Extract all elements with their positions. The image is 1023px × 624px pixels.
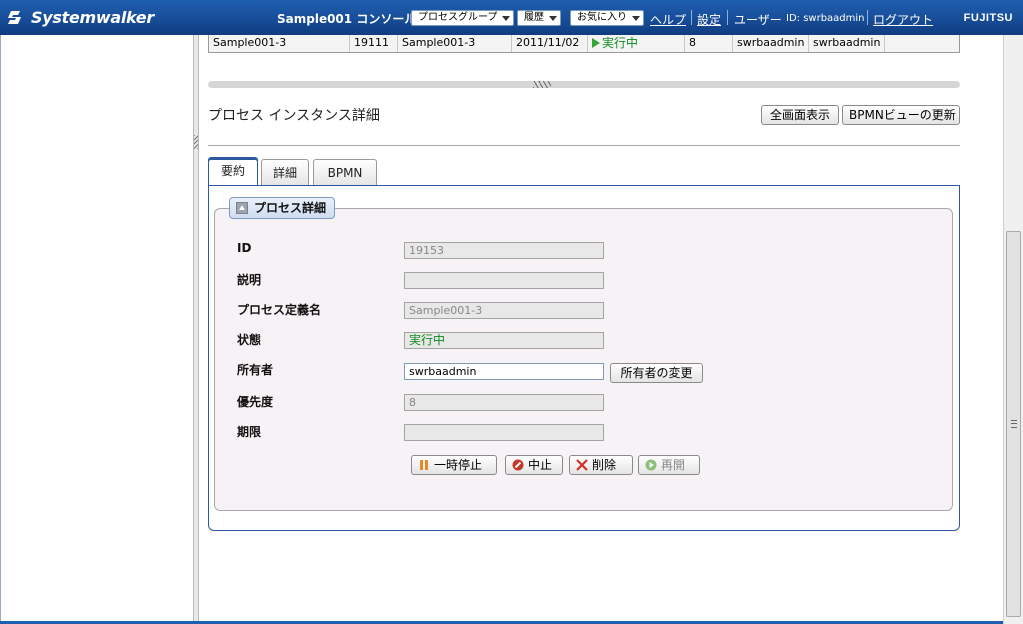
vertical-scrollbar[interactable] [1003,35,1023,624]
cell-state-text: 実行中 [602,36,639,50]
cell-owner: swrbaadmin [733,35,809,52]
priority-field: 8 [404,394,604,411]
delete-x-icon [576,459,588,471]
change-owner-button[interactable]: 所有者の変更 [610,363,703,383]
pause-icon [420,460,428,470]
chevron-down-icon [632,16,640,21]
collapse-icon[interactable] [236,202,248,214]
cell-empty [885,35,959,52]
state-field: 実行中 [404,332,604,349]
menu-favorites[interactable]: お気に入り [570,10,644,26]
section-divider [208,145,960,146]
legend-label: プロセス詳細 [254,201,327,215]
cell-priority: 8 [685,35,733,52]
user-id: ID: swrbaadmin [786,13,865,24]
horizontal-splitter[interactable] [208,81,960,88]
tab-details[interactable]: 詳細 [261,159,309,185]
cell-date: 2011/11/02 [512,35,588,52]
scroll-grip-icon [1011,420,1017,428]
systemwalker-logo-icon [8,11,21,24]
top-header: Systemwalker Sample001 コンソール プロセスグループ 履歴… [0,0,1023,35]
menu-process-group-label: プロセスグループ [418,12,498,23]
delete-button[interactable]: 削除 [569,455,633,475]
field-label-deadline: 期限 [237,425,262,439]
main-content: Sample001-3 19111 Sample001-3 2011/11/02… [199,35,1003,621]
suspend-button[interactable]: 一時停止 [411,455,497,475]
resume-play-icon [645,459,657,471]
fullscreen-button[interactable]: 全画面表示 [761,105,839,125]
tab-panel-summary: プロセス詳細 ID 19153 説明 プロセス定義名 Sample001-3 状… [208,185,960,531]
fujitsu-logo: FUJITSU [963,12,1013,24]
field-label-priority: 優先度 [237,395,274,409]
tab-summary[interactable]: 要約 [208,157,258,187]
header-divider [691,10,692,25]
menu-history[interactable]: 履歴 [517,10,561,26]
splitter-grip-icon[interactable] [533,81,551,88]
splitter-grip-icon[interactable] [194,135,198,149]
menu-history-label: 履歴 [524,12,544,23]
id-field: 19153 [404,242,604,259]
cell-state: 実行中 [588,35,685,52]
cell-process-name: Sample001-3 [209,35,350,52]
menu-process-group[interactable]: プロセスグループ [411,10,515,26]
section-title: プロセス インスタンス詳細 [208,108,380,124]
chevron-down-icon [502,16,511,21]
field-label-definition: プロセス定義名 [237,303,322,317]
resume-label: 再開 [661,458,686,472]
field-label-owner: 所有者 [237,363,274,377]
delete-label: 削除 [592,458,617,472]
field-label-description: 説明 [237,273,262,287]
owner-input[interactable]: swrbaadmin [404,363,604,380]
systemwalker-logo[interactable]: Systemwalker [8,6,154,28]
instance-table-row[interactable]: Sample001-3 19111 Sample001-3 2011/11/02… [208,35,960,53]
settings-link[interactable]: 設定 [697,11,721,28]
logo-text: Systemwalker [31,7,154,27]
cell-creator: swrbaadmin [809,35,885,52]
resume-button[interactable]: 再開 [638,455,700,475]
play-icon [592,38,600,48]
deadline-field [404,424,604,441]
abort-button[interactable]: 中止 [505,455,563,475]
cell-id: 19111 [350,35,398,52]
field-label-id: ID [237,241,252,255]
scrollbar-thumb[interactable] [1006,231,1021,617]
logout-link[interactable]: ログアウト [873,11,933,28]
header-divider [867,10,868,25]
menu-favorites-label: お気に入り [577,12,627,23]
tab-bpmn[interactable]: BPMN [313,159,377,185]
abort-label: 中止 [528,458,553,472]
process-details-legend[interactable]: プロセス詳細 [229,197,336,219]
definition-name-field: Sample001-3 [404,302,604,319]
left-panel [0,35,193,624]
console-title: Sample001 コンソール [277,12,417,26]
field-label-state: 状態 [237,333,262,347]
stop-icon [512,459,524,471]
user-label: ユーザー [734,13,782,27]
header-divider [727,10,728,25]
suspend-label: 一時停止 [434,458,483,472]
help-link[interactable]: ヘルプ [650,11,686,28]
bpmn-refresh-button[interactable]: BPMNビューの更新 [842,105,960,125]
process-details-fieldset: プロセス詳細 ID 19153 説明 プロセス定義名 Sample001-3 状… [214,197,953,511]
chevron-down-icon [549,16,557,21]
cell-definition: Sample001-3 [398,35,512,52]
description-field [404,272,604,289]
